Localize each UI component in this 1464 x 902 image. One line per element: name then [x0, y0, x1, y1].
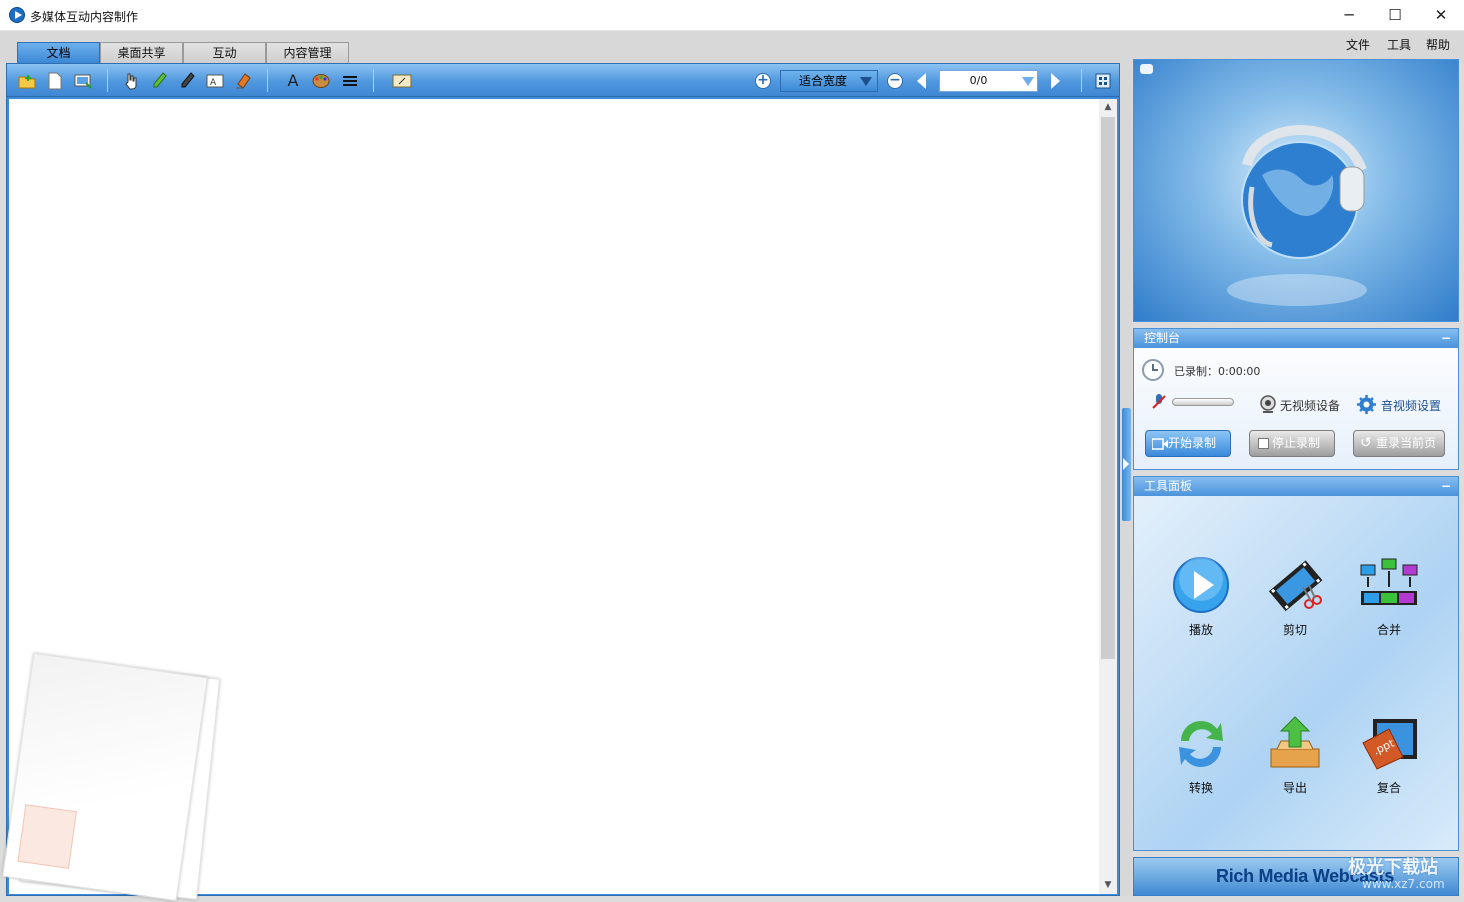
highlighter-icon[interactable] — [149, 71, 169, 90]
text-box-icon[interactable]: A — [205, 71, 225, 90]
scroll-down-icon[interactable]: ▼ — [1099, 877, 1117, 894]
app-play-icon — [9, 7, 25, 23]
start-record-label: 开始录制 — [1168, 436, 1217, 450]
rerecord-page-button[interactable]: ↺ 重录当前页 — [1353, 430, 1445, 457]
tab-desktop-share[interactable]: 桌面共享 — [100, 42, 183, 63]
ppt-film-icon: .ppt — [1362, 719, 1417, 770]
chevron-down-icon — [1022, 77, 1034, 86]
watermark-url: www.xz7.com — [1362, 877, 1445, 891]
tool-merge[interactable]: 合并 — [1349, 555, 1429, 638]
tool-cut[interactable]: 剪切 — [1255, 555, 1335, 638]
tab-interaction[interactable]: 互动 — [183, 42, 266, 63]
pen-icon[interactable] — [177, 71, 197, 90]
start-record-button[interactable]: 开始录制 — [1145, 430, 1231, 457]
document-scrollbar[interactable]: ▲ ▼ — [1099, 99, 1117, 894]
page-value: 0/0 — [969, 74, 988, 87]
webcam-icon — [1260, 395, 1276, 413]
tool-merge-label: 合并 — [1376, 623, 1401, 637]
merge-icon — [1360, 558, 1418, 605]
film-scissors-icon — [1268, 560, 1323, 612]
tool-convert-label: 转换 — [1188, 781, 1213, 795]
microphone-muted-icon[interactable] — [1152, 393, 1166, 411]
chat-bubble-icon — [1140, 64, 1153, 74]
tools-panel: 工具面板 − 播放 剪切 合并 转换 导出 .ppt 复合 — [1133, 476, 1459, 851]
open-folder-icon[interactable] — [17, 71, 37, 90]
control-panel-title: 控制台 — [1144, 331, 1181, 345]
screenshot-icon[interactable] — [73, 71, 93, 90]
watermark-logo-text: 极光下载站 — [1348, 857, 1438, 878]
minimize-button[interactable]: ─ — [1326, 0, 1372, 30]
zoom-in-button[interactable]: + — [755, 73, 771, 89]
undo-icon: ↺ — [1360, 435, 1372, 451]
zoom-select[interactable]: 适合宽度 — [780, 70, 878, 92]
page-select[interactable]: 0/0 — [939, 70, 1038, 92]
recorded-time: 已录制：0:00:00 — [1174, 365, 1261, 378]
collapse-panel-handle[interactable] — [1122, 408, 1131, 521]
volume-slider[interactable] — [1172, 398, 1234, 406]
tab-content-management[interactable]: 内容管理 — [266, 42, 349, 63]
whiteboard-icon[interactable] — [392, 71, 412, 90]
ppt-file-icon — [17, 804, 77, 869]
video-device-status: 无视频设备 — [1280, 399, 1341, 413]
document-toolbar: A A + 适合宽度 − 0/0 — [7, 64, 1119, 97]
tool-composite[interactable]: .ppt 复合 — [1349, 713, 1429, 796]
video-preview-panel — [1133, 59, 1459, 322]
document-panel: A A + 适合宽度 − 0/0 ▲ ▼ — [2, 63, 1120, 902]
tool-export-label: 导出 — [1282, 781, 1307, 795]
maximize-button[interactable]: ☐ — [1372, 0, 1418, 30]
control-panel: 控制台 − 已录制：0:00:00 无视频设备 音视频设置 开始录制 停止录制 … — [1133, 328, 1459, 470]
hand-pointer-icon[interactable] — [121, 71, 141, 90]
brand-banner: Rich Media Webcasts 极光下载站 www.xz7.com — [1133, 857, 1459, 896]
play-icon — [1173, 557, 1229, 613]
window-title: 多媒体互动内容制作 — [30, 10, 139, 24]
zoom-value: 适合宽度 — [799, 74, 848, 88]
close-button[interactable]: ✕ — [1418, 0, 1464, 30]
scrollbar-thumb[interactable] — [1101, 117, 1115, 659]
brand-text-rich-media: Rich Media — [1216, 866, 1313, 886]
control-panel-header: 控制台 − — [1134, 329, 1458, 348]
stop-record-button[interactable]: 停止录制 — [1249, 430, 1335, 457]
tool-export[interactable]: 导出 — [1255, 713, 1335, 796]
stop-icon — [1258, 438, 1269, 449]
menu-help[interactable]: 帮助 — [1426, 36, 1450, 53]
svg-text:A: A — [210, 78, 217, 88]
title-bar: 多媒体互动内容制作 ─ ☐ ✕ — [0, 0, 1464, 31]
font-size-icon[interactable]: A — [283, 71, 303, 90]
clock-icon — [1142, 359, 1164, 381]
menu-tools[interactable]: 工具 — [1387, 36, 1411, 53]
gear-icon[interactable] — [1357, 395, 1376, 414]
color-palette-icon[interactable] — [311, 71, 331, 90]
tool-cut-label: 剪切 — [1282, 623, 1307, 637]
tool-composite-label: 复合 — [1376, 781, 1401, 795]
collapse-control-panel-button[interactable]: − — [1441, 329, 1451, 348]
tab-document[interactable]: 文档 — [17, 42, 100, 63]
scroll-up-icon[interactable]: ▲ — [1099, 99, 1117, 116]
tool-convert[interactable]: 转换 — [1161, 713, 1241, 796]
next-page-icon[interactable] — [1051, 73, 1060, 89]
collapse-tools-panel-button[interactable]: − — [1441, 477, 1451, 496]
globe-headset-icon — [1227, 125, 1367, 306]
zoom-out-button[interactable]: − — [887, 73, 903, 89]
panel-splitter — [1120, 63, 1132, 896]
line-width-icon[interactable] — [340, 71, 360, 90]
video-camera-icon — [1152, 438, 1168, 450]
convert-arrows-icon — [1179, 721, 1223, 767]
tools-panel-header: 工具面板 − — [1134, 477, 1458, 496]
stop-record-label: 停止录制 — [1272, 436, 1321, 450]
new-document-icon[interactable] — [45, 71, 65, 90]
tool-play[interactable]: 播放 — [1161, 555, 1241, 638]
previous-page-icon[interactable] — [917, 73, 926, 89]
fullscreen-icon[interactable] — [1093, 71, 1113, 90]
av-settings-link[interactable]: 音视频设置 — [1381, 397, 1441, 414]
empty-document-illustration — [2, 652, 208, 902]
export-upload-icon — [1270, 716, 1320, 768]
document-canvas[interactable] — [2, 99, 1099, 902]
eraser-icon[interactable] — [233, 71, 253, 90]
tool-play-label: 播放 — [1188, 623, 1213, 637]
chevron-down-icon — [860, 77, 872, 86]
tools-panel-title: 工具面板 — [1144, 479, 1193, 493]
menu-file[interactable]: 文件 — [1346, 36, 1370, 53]
rerecord-page-label: 重录当前页 — [1376, 436, 1437, 450]
